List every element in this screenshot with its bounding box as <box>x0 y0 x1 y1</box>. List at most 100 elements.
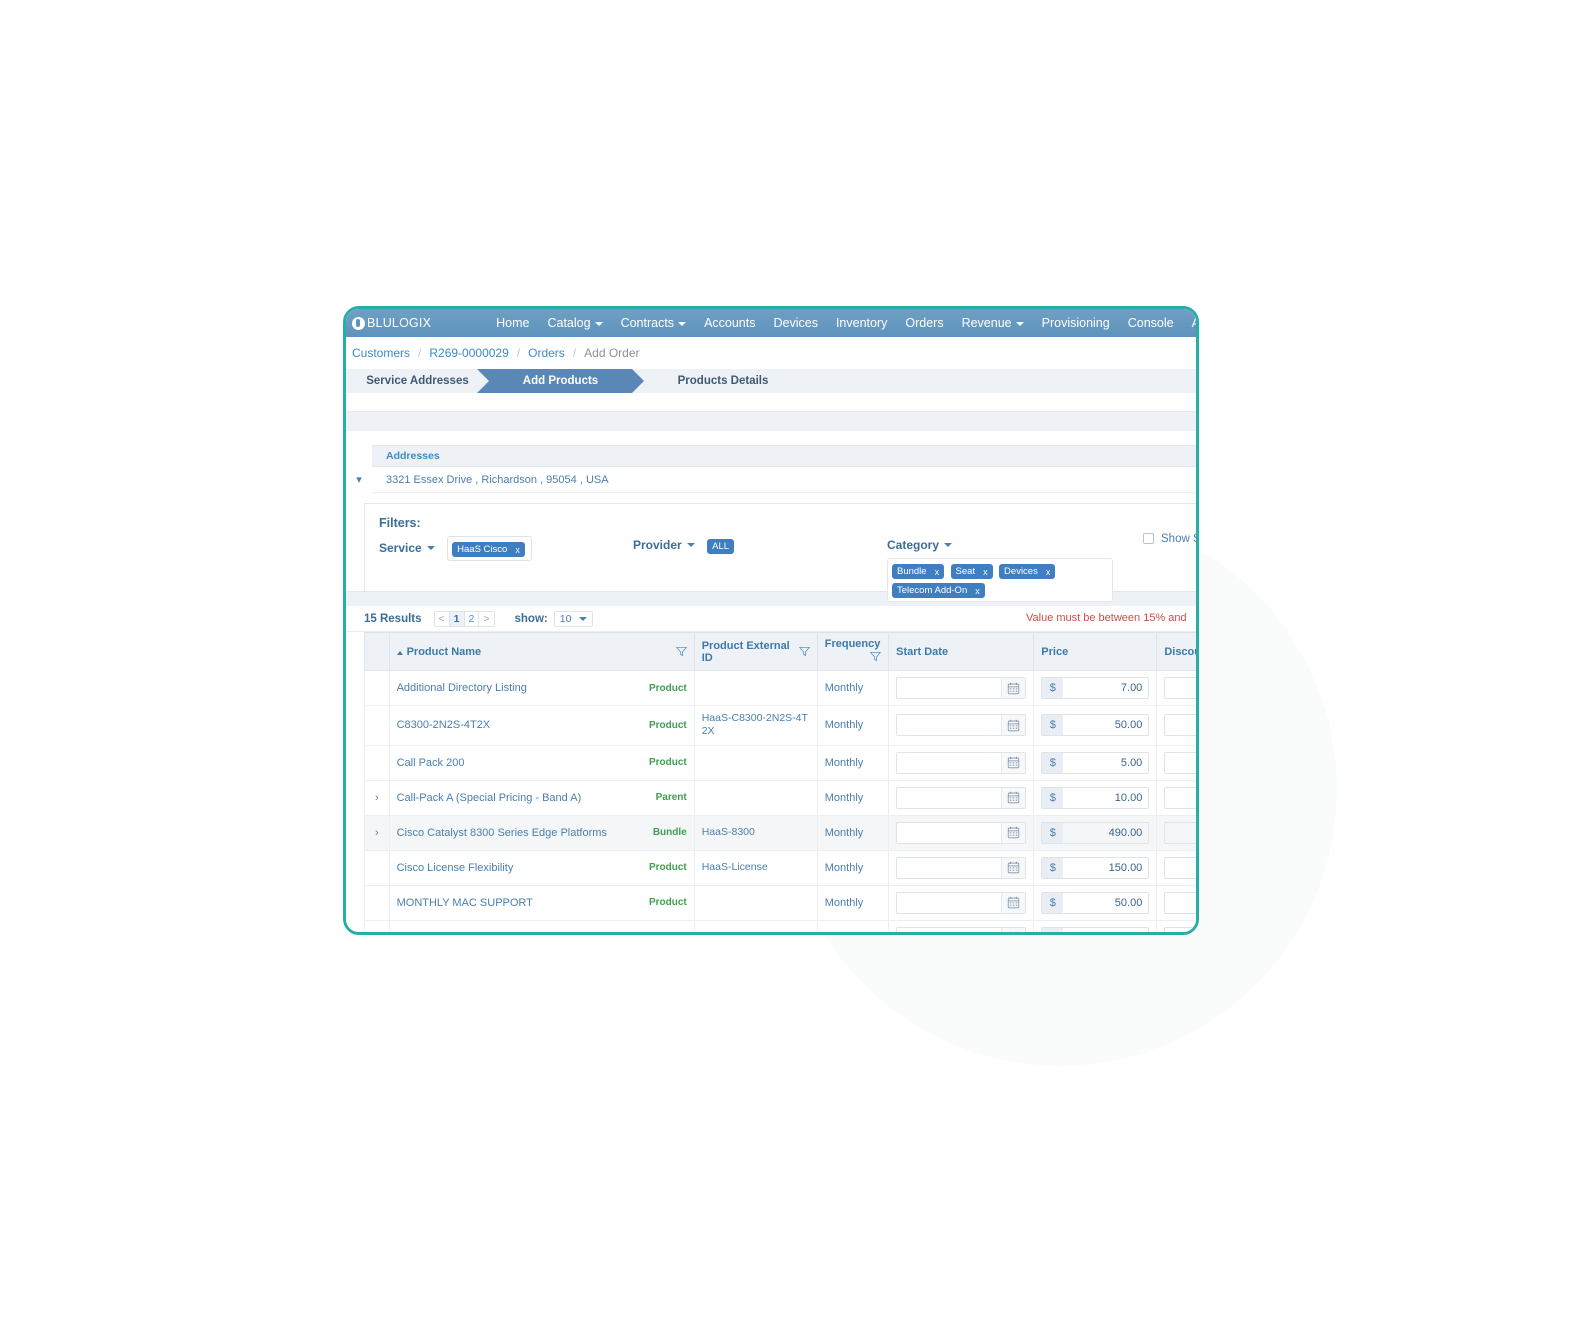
nav-item-devices[interactable]: Devices <box>764 316 826 330</box>
service-chip[interactable]: HaaS Cisco x <box>452 542 525 557</box>
discount-value[interactable]: 0 <box>1164 751 1196 774</box>
calendar-icon[interactable] <box>1001 787 1026 808</box>
category-chip-bundle[interactable]: Bundle x <box>892 564 945 579</box>
start-date-field[interactable] <box>897 753 1001 773</box>
discount-value[interactable]: 0 <box>1164 786 1196 809</box>
price-input[interactable]: $490.00 <box>1041 821 1150 844</box>
product-name-text: Call-Pack A (Special Pricing - Band A) <box>396 791 582 804</box>
close-icon[interactable]: x <box>515 545 520 555</box>
chevron-down-icon[interactable]: ▾ <box>346 473 372 486</box>
table-row[interactable]: Cisco License Flexibility Product HaaS-Lic… <box>364 849 1196 886</box>
category-chip-telecom-addon[interactable]: Telecom Add-On x <box>892 583 985 598</box>
filter-category-dropdown[interactable]: Category <box>887 538 953 552</box>
step-products-details[interactable]: Products Details <box>632 369 792 393</box>
start-date-field[interactable] <box>897 678 1001 698</box>
pagination-page-2[interactable]: 2 <box>464 611 480 626</box>
start-date-input[interactable] <box>896 821 1027 844</box>
close-icon[interactable]: x <box>1046 567 1051 577</box>
start-date-input[interactable] <box>896 751 1027 774</box>
price-value[interactable]: 50.00 <box>1063 715 1148 735</box>
calendar-icon[interactable] <box>1001 752 1026 773</box>
close-icon[interactable]: x <box>983 567 988 577</box>
page-size-dropdown[interactable]: 10 <box>553 610 594 627</box>
row-expander[interactable]: › <box>364 814 390 851</box>
show-service-checkbox-group[interactable]: Show Se <box>1143 533 1196 545</box>
nav-item-console[interactable]: Console <box>1119 316 1183 330</box>
nav-item-orders[interactable]: Orders <box>896 316 952 330</box>
nav-item-accounts[interactable]: Accounts <box>695 316 764 330</box>
table-row[interactable]: › Call-Pack A (Special Pricing - Band A) P… <box>364 779 1196 816</box>
start-date-field[interactable] <box>897 893 1001 913</box>
start-date-input[interactable] <box>896 677 1027 700</box>
pagination-prev[interactable]: < <box>434 611 450 626</box>
breadcrumb-item-customers[interactable]: Customers <box>352 346 410 360</box>
price-value[interactable]: 5.00 <box>1063 753 1148 773</box>
table-row[interactable]: MONTHLY MAC SUPPORT Product Monthly $50.00 0 <box>364 884 1196 921</box>
price-value[interactable]: 10.00 <box>1063 788 1148 808</box>
price-input[interactable]: $5.00 <box>1041 751 1150 774</box>
calendar-icon[interactable] <box>1001 715 1026 736</box>
pagination-page-1[interactable]: 1 <box>449 611 465 626</box>
pagination-next[interactable]: > <box>479 611 494 626</box>
start-date-input[interactable] <box>896 714 1027 737</box>
start-date-input[interactable] <box>896 856 1027 879</box>
nav-item-catalog[interactable]: Catalog <box>538 316 611 330</box>
breadcrumb-item-orders[interactable]: Orders <box>528 346 565 360</box>
filter-provider-dropdown[interactable]: Provider <box>633 538 695 552</box>
show-service-checkbox[interactable] <box>1143 533 1154 544</box>
discount-value[interactable]: 0 <box>1164 821 1196 844</box>
nav-item-provisioning[interactable]: Provisioning <box>1033 316 1119 330</box>
table-row[interactable]: Additional Directory Listing Product Month… <box>364 670 1196 707</box>
brand-logo[interactable]: BLULOGIX <box>352 316 431 330</box>
filter-funnel-icon[interactable] <box>675 646 687 657</box>
discount-value[interactable]: 0 <box>1164 714 1196 737</box>
nav-item-inventory[interactable]: Inventory <box>827 316 896 330</box>
calendar-icon[interactable] <box>1001 678 1026 699</box>
filter-service-dropdown[interactable]: Service <box>379 541 435 555</box>
th-product-external-id[interactable]: Product External ID <box>693 631 818 672</box>
price-value[interactable]: 50.00 <box>1063 893 1148 913</box>
start-date-input[interactable] <box>896 891 1027 914</box>
calendar-icon[interactable] <box>1001 857 1026 878</box>
category-chip-devices[interactable]: Devices x <box>999 564 1056 579</box>
start-date-field[interactable] <box>897 788 1001 808</box>
filter-funnel-icon[interactable] <box>869 651 882 662</box>
price-value[interactable]: 490.00 <box>1063 822 1149 843</box>
table-row[interactable]: › Cisco Catalyst 8300 Series Edge Platfor… <box>364 814 1196 851</box>
step-service-addresses[interactable]: Service Addresses <box>346 369 489 393</box>
start-date-field[interactable] <box>897 858 1001 878</box>
price-input[interactable]: $7.00 <box>1041 677 1150 700</box>
calendar-icon[interactable] <box>1001 822 1026 843</box>
calendar-icon[interactable] <box>1001 892 1026 913</box>
price-input[interactable]: $50.00 <box>1041 714 1150 737</box>
provider-chip[interactable]: ALL <box>707 539 735 554</box>
products-grid: Product Name Product External ID Frequen… <box>346 631 1196 932</box>
th-frequency[interactable]: Frequency <box>816 631 890 672</box>
category-chip-seat[interactable]: Seat x <box>950 564 993 579</box>
table-row[interactable]: Call Pack 200 Product Monthly $5.00 0 <box>364 744 1196 781</box>
discount-value[interactable]: 0 <box>1164 891 1196 914</box>
breadcrumb-item-account-id[interactable]: R269-0000029 <box>429 346 508 360</box>
price-value[interactable]: 150.00 <box>1063 858 1148 878</box>
price-value[interactable]: 7.00 <box>1063 678 1148 698</box>
row-expander[interactable]: › <box>364 779 390 816</box>
price-input[interactable]: $150.00 <box>1041 856 1150 879</box>
start-date-field[interactable] <box>897 715 1001 735</box>
nav-item-revenue[interactable]: Revenue <box>953 316 1033 330</box>
close-icon[interactable]: x <box>975 586 980 596</box>
start-date-field[interactable] <box>897 823 1001 843</box>
table-row[interactable]: C8300-2N2S-4T2X Product HaaS-C8300-2N2S-4T… <box>364 705 1196 746</box>
price-input[interactable]: $10.00 <box>1041 786 1150 809</box>
discount-value[interactable]: 0 <box>1164 856 1196 879</box>
nav-item-analytics[interactable]: Analytics <box>1183 316 1196 330</box>
address-row[interactable]: ▾ 3321 Essex Drive , Richardson , 95054 … <box>356 467 1196 493</box>
nav-item-home[interactable]: Home <box>487 316 538 330</box>
discount-value[interactable]: 0 <box>1164 677 1196 700</box>
nav-item-contracts[interactable]: Contracts <box>612 316 696 330</box>
close-icon[interactable]: x <box>935 567 940 577</box>
th-product-name[interactable]: Product Name <box>388 631 695 672</box>
filter-funnel-icon[interactable] <box>798 646 810 657</box>
step-add-products[interactable]: Add Products <box>477 369 644 393</box>
start-date-input[interactable] <box>896 786 1027 809</box>
price-input[interactable]: $50.00 <box>1041 891 1150 914</box>
